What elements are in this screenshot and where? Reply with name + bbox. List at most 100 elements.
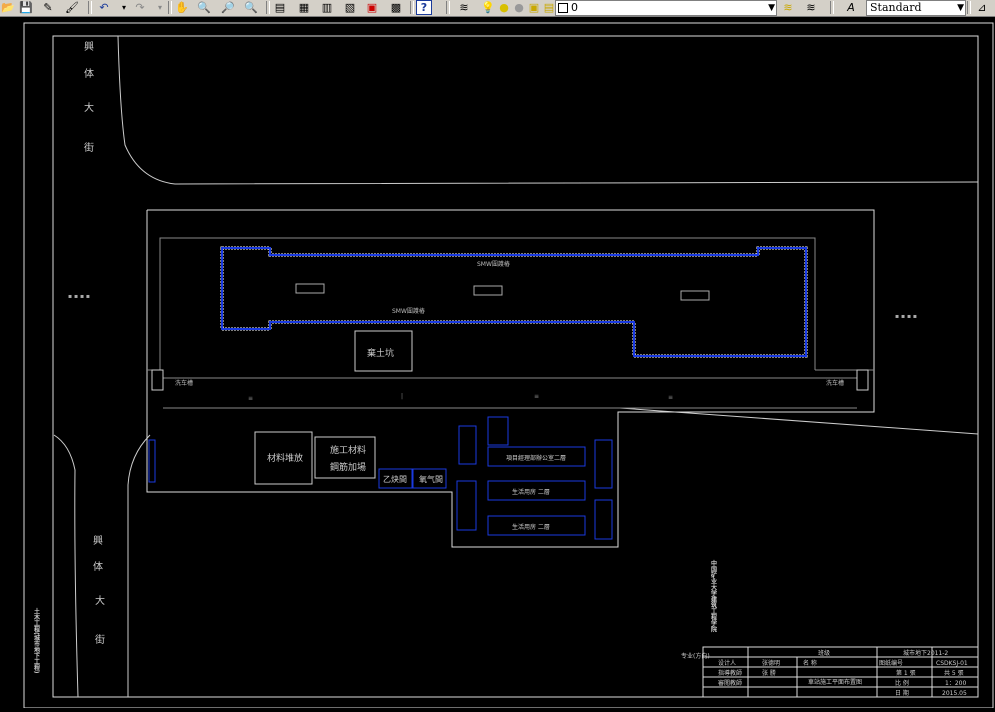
wash-station-right: [856, 369, 869, 391]
road-mark: |: [401, 393, 403, 400]
title-sheet: 第 1 張: [896, 669, 916, 677]
layer-previous-icon[interactable]: ≋: [803, 0, 819, 15]
toilet-block: [594, 439, 613, 489]
street-label-char: 街: [95, 633, 105, 646]
design-center-icon[interactable]: ▦: [296, 0, 312, 15]
title-drawing-no-label: 图纸编号: [879, 659, 903, 667]
layer-lock-icon[interactable]: ●: [511, 0, 527, 15]
street-label-small: ▪ ▪ ▪ ▪: [895, 313, 917, 320]
toolbar-separator: [446, 1, 450, 14]
wash-station-left: [151, 369, 164, 391]
street-label-char: 興: [93, 535, 103, 547]
match-properties-icon[interactable]: 🖌: [64, 0, 80, 15]
title-major-label: 专业(方向): [681, 652, 710, 660]
wash-label-right: 洗车槽: [826, 379, 844, 387]
street-label-char: 大: [84, 101, 94, 114]
layer-dropdown[interactable]: 0 ▼: [555, 0, 777, 16]
sheet-set-icon[interactable]: ▧: [342, 0, 358, 15]
title-advisor-label: 指導教師: [718, 669, 742, 677]
title-date-label: 日 期: [895, 689, 909, 697]
title-class-label: 班级: [818, 649, 830, 657]
zoom-window-icon[interactable]: 🔎: [220, 0, 236, 15]
drawing-svg: 興 体 大 街 興 体 大 街 ▪ ▪ ▪ ▪ ▪ ▪ ▪ ▪ SMW圍護樁 S…: [23, 22, 994, 709]
zoom-previous-icon[interactable]: 🔍: [243, 0, 259, 15]
road-mark: ≡: [668, 394, 673, 401]
spoil-pit-label: 棄土坑: [367, 347, 394, 359]
title-advisor: 张 勝: [762, 669, 776, 677]
properties-icon[interactable]: ▤: [272, 0, 288, 15]
layer-state-icon[interactable]: ▣: [526, 0, 542, 15]
left-edge-title: 土木工程(城市地下工程): [33, 607, 41, 673]
calculator-icon[interactable]: ▩: [388, 0, 404, 15]
office-building-label: 項目經理部辦公室二層: [506, 454, 566, 462]
entrance-marker: [473, 285, 503, 296]
layer-on-icon[interactable]: 💡: [480, 0, 496, 15]
open-icon[interactable]: 📂: [0, 0, 16, 15]
road-mark: ≡: [534, 393, 539, 400]
station-outline-blue: [221, 247, 807, 357]
toolbar-separator: [168, 1, 172, 14]
dormitory-1-label: 生活用房 二層: [512, 488, 550, 496]
layer-color-icon: [558, 3, 568, 13]
smw-label-mid: SMW圍護樁: [392, 307, 425, 315]
title-name-label: 名 称: [803, 659, 817, 667]
title-designer: 张德明: [762, 659, 780, 667]
toolbar-separator: [410, 1, 414, 14]
title-drawing-no: CSDKSJ-01: [936, 660, 968, 667]
street-label-char: 体: [93, 561, 103, 573]
redo-icon[interactable]: ↷: [132, 0, 148, 15]
layer-freeze-icon[interactable]: ●: [496, 0, 512, 15]
tool-palettes-icon[interactable]: ▥: [319, 0, 335, 15]
wash-label-left: 洗车槽: [175, 379, 193, 387]
drawing-canvas[interactable]: 興 体 大 街 興 体 大 街 ▪ ▪ ▪ ▪ ▪ ▪ ▪ ▪ SMW圍護樁 S…: [0, 17, 995, 709]
smw-label-top: SMW圍護樁: [477, 260, 510, 268]
road-mark: ≡: [248, 395, 253, 402]
layer-manager-icon[interactable]: ≋: [456, 0, 472, 15]
help-icon[interactable]: ?: [416, 0, 432, 15]
title-scale-value: 1：200: [945, 680, 966, 687]
pencil-icon[interactable]: ✎: [40, 0, 56, 15]
zoom-realtime-icon[interactable]: 🔍: [196, 0, 212, 15]
gate-guard: [148, 439, 156, 483]
standard-toolbar: 📂 💾 ✎ 🖌 ↶ ▾ ↷ ▾ ✋ 🔍 🔎 🔍 ▤ ▦ ▥ ▧ ▣ ▩ ? ≋ …: [0, 0, 995, 17]
dormitory-2-label: 生活用房 二層: [512, 523, 550, 531]
chevron-down-icon[interactable]: ▼: [957, 1, 964, 15]
street-edge-bottom-left: [53, 434, 79, 698]
title-designer-label: 设计人: [718, 659, 736, 667]
street-label-char: 街: [84, 141, 94, 154]
street-label-char: 体: [84, 68, 94, 80]
layer-value: 0: [571, 1, 578, 14]
bathroom-block: [594, 499, 613, 540]
street-label-small: ▪ ▪ ▪ ▪: [68, 293, 90, 300]
make-object-layer-current-icon[interactable]: ≋: [780, 0, 796, 15]
street-label-char: 興: [84, 41, 94, 53]
undo-icon[interactable]: ↶: [96, 0, 112, 15]
title-scale-label: 比 例: [895, 679, 909, 687]
sheet-outer-border: [23, 22, 994, 709]
toolbar-separator: [967, 1, 971, 14]
street-edge-top: [117, 35, 979, 185]
dimension-icon[interactable]: ⊿: [974, 0, 990, 15]
text-style-icon[interactable]: A: [843, 0, 859, 15]
text-style-dropdown[interactable]: Standard ▼: [866, 0, 966, 16]
markup-icon[interactable]: ▣: [364, 0, 380, 15]
chevron-down-icon[interactable]: ▼: [768, 1, 775, 15]
street-label-char: 大: [95, 594, 105, 607]
title-total: 共 5 張: [944, 669, 964, 677]
toolbar-separator: [266, 1, 270, 14]
guard-room: [487, 416, 509, 446]
pan-icon[interactable]: ✋: [174, 0, 190, 15]
title-reviewer-label: 審閲教師: [718, 679, 742, 687]
toolbar-separator: [830, 1, 834, 14]
redo-dropdown-icon[interactable]: ▾: [152, 0, 168, 15]
sheet-inner-border: [52, 35, 979, 698]
inner-road: [159, 237, 816, 370]
text-style-value: Standard: [870, 1, 922, 14]
rebar-yard-label: 施工材料: [330, 444, 366, 456]
rebar-yard-label: 鋼筋加場: [330, 461, 366, 473]
title-drawing-name: 車站施工平面布置图: [808, 678, 862, 686]
lab-building: [458, 425, 477, 465]
canteen: [456, 480, 477, 531]
save-icon[interactable]: 💾: [18, 0, 34, 15]
undo-dropdown-icon[interactable]: ▾: [116, 0, 132, 15]
